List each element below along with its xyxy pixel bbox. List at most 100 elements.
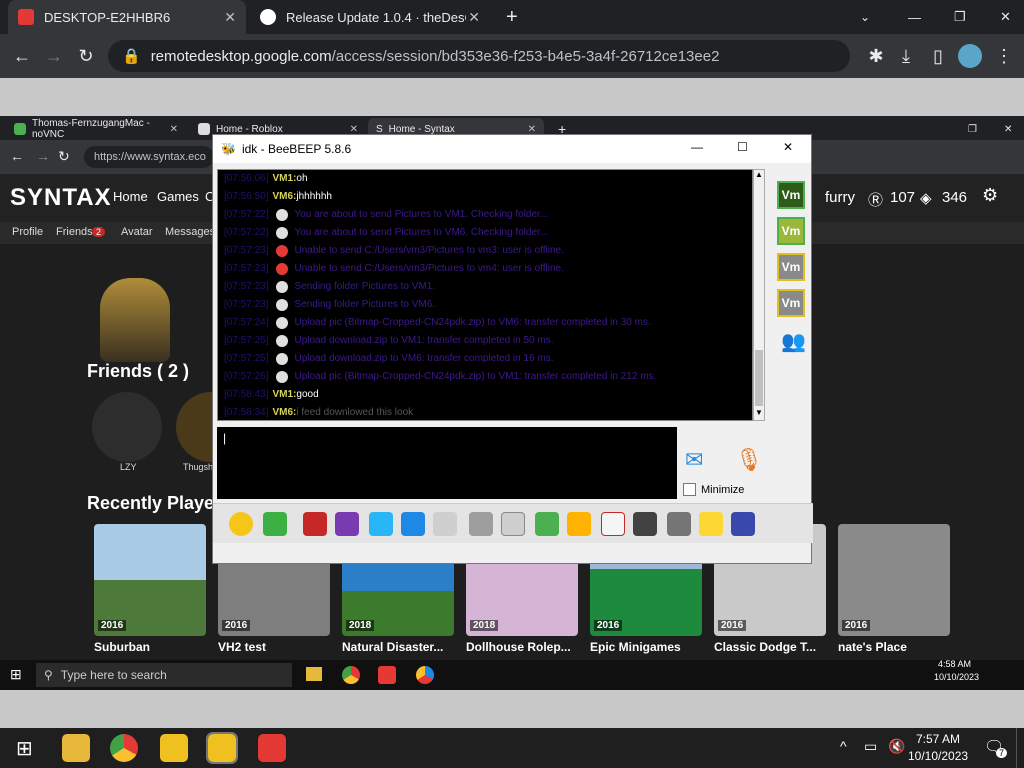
file-explorer-icon[interactable]: [306, 667, 322, 681]
game-name[interactable]: Epic Minigames: [590, 640, 702, 654]
code-icon[interactable]: [601, 512, 625, 536]
close-icon[interactable]: ✕: [224, 9, 236, 26]
site-logo[interactable]: SYNTAX: [10, 184, 112, 212]
anydesk-icon[interactable]: [258, 734, 286, 762]
restore-window-icon[interactable]: ❐: [944, 0, 976, 34]
chat-scrollbar[interactable]: ▲ ▼: [753, 169, 765, 421]
chevron-up-icon[interactable]: ^: [840, 738, 847, 754]
user-vm-button[interactable]: Vm: [777, 181, 805, 209]
spellcheck-icon[interactable]: [433, 512, 457, 536]
scroll-up-icon[interactable]: ▲: [755, 170, 763, 179]
forward-icon[interactable]: →: [36, 148, 50, 164]
volume-icon[interactable]: 🔇: [888, 738, 905, 755]
network-icon[interactable]: ▭: [864, 738, 877, 755]
back-icon[interactable]: ←: [6, 46, 38, 67]
clock-time[interactable]: 7:57 AM: [916, 732, 960, 746]
new-tab-button[interactable]: +: [496, 0, 526, 34]
friend-name[interactable]: LZY: [120, 462, 137, 472]
clock-time[interactable]: 4:58 AM: [938, 659, 971, 669]
gear-icon[interactable]: ⚙: [982, 185, 998, 206]
sidebar-icon[interactable]: ▯: [922, 46, 954, 67]
user-vm-button[interactable]: Vm: [777, 289, 805, 317]
scroll-thumb[interactable]: [755, 350, 763, 406]
microphone-icon[interactable]: 🎙: [735, 447, 763, 473]
forward-icon[interactable]: →: [38, 46, 70, 67]
tab-desktop[interactable]: DESKTOP-E2HHBR6 ✕: [8, 0, 246, 34]
subnav-friends[interactable]: Friends: [56, 226, 93, 238]
chat-history[interactable]: [07:56:06] VM1: oh [07:56:50] VM6: jhhhhhh[…: [217, 169, 753, 421]
game-name[interactable]: VH2 test: [218, 640, 330, 654]
close-window-icon[interactable]: ✕: [990, 0, 1021, 34]
emoticon-icon[interactable]: [229, 512, 253, 536]
game-card[interactable]: 2016 Suburban: [94, 524, 206, 654]
settings-icon[interactable]: [401, 512, 425, 536]
chrome-icon[interactable]: [342, 666, 360, 684]
close-icon[interactable]: ✕: [170, 124, 178, 135]
game-name[interactable]: nate's Place: [838, 640, 950, 654]
extensions-icon[interactable]: ✱: [860, 46, 892, 67]
window-titlebar[interactable]: 🐝 idk - BeeBEEP 5.8.6 — ☐ ✕: [213, 135, 811, 163]
tab-search-icon[interactable]: ⌄: [850, 0, 880, 34]
windows-start-icon[interactable]: ⊞: [10, 666, 22, 683]
address-bar[interactable]: 🔒 remotedesktop.google.com /access/sessi…: [108, 40, 850, 72]
reload-icon[interactable]: ↻: [70, 46, 102, 67]
game-name[interactable]: Dollhouse Rolep...: [466, 640, 578, 654]
user-avatar[interactable]: [100, 278, 170, 362]
clock-date[interactable]: 10/10/2023: [908, 749, 968, 763]
close-icon[interactable]: ✕: [528, 124, 536, 135]
minimize-window-icon[interactable]: —: [691, 140, 703, 154]
close-icon[interactable]: ✕: [350, 124, 358, 135]
minimize-window-icon[interactable]: —: [898, 0, 931, 34]
back-icon[interactable]: ←: [10, 148, 24, 164]
maximize-window-icon[interactable]: ☐: [737, 140, 748, 154]
user-vm-button[interactable]: Vm: [777, 217, 805, 245]
message-input[interactable]: |: [217, 427, 677, 499]
edit-icon[interactable]: [699, 512, 723, 536]
save-chat-icon[interactable]: [667, 512, 691, 536]
chrome-icon[interactable]: [110, 734, 138, 762]
address-bar[interactable]: https://www.syntax.eco: [84, 146, 214, 168]
subnav-profile[interactable]: Profile: [12, 226, 43, 238]
close-window-icon[interactable]: ✕: [996, 118, 1020, 140]
clock-date[interactable]: 10/10/2023: [934, 672, 979, 682]
send-message-icon[interactable]: ✉: [685, 447, 703, 473]
search-input[interactable]: ⚲ Type here to search: [36, 663, 292, 687]
file-explorer-icon[interactable]: [62, 734, 90, 762]
nav-games[interactable]: Games: [157, 189, 199, 204]
filter-icon[interactable]: [369, 512, 393, 536]
tix-count[interactable]: 346: [942, 189, 967, 206]
show-desktop-button[interactable]: [1016, 728, 1020, 768]
menu-icon[interactable]: ⋮: [988, 46, 1020, 67]
buzz-icon[interactable]: [501, 512, 525, 536]
tab-release-update[interactable]: Release Update 1.0.4 · theDesCor ✕: [250, 0, 490, 34]
game-name[interactable]: Natural Disaster...: [342, 640, 454, 654]
chrome-alt-icon[interactable]: [416, 666, 434, 684]
font-icon[interactable]: [303, 512, 327, 536]
subnav-avatar[interactable]: Avatar: [121, 226, 153, 238]
close-icon[interactable]: ✕: [468, 9, 480, 26]
anydesk-icon[interactable]: [378, 666, 396, 684]
message-sender[interactable]: VM6:: [272, 188, 296, 206]
scroll-down-icon[interactable]: ▼: [755, 408, 763, 417]
username[interactable]: furry: [825, 189, 855, 206]
beebeep-icon[interactable]: [160, 734, 188, 762]
completer-icon[interactable]: [469, 512, 493, 536]
download-icon[interactable]: ⤓: [890, 46, 922, 67]
message-sender[interactable]: VM1:: [272, 170, 296, 188]
nav-home[interactable]: Home: [113, 189, 148, 204]
send-folder-icon[interactable]: [567, 512, 591, 536]
game-card[interactable]: 2016 nate's Place: [838, 524, 950, 654]
close-window-icon[interactable]: ✕: [783, 140, 793, 154]
tab-novnc[interactable]: Thomas-FernzugangMac - noVNC ✕: [6, 118, 186, 140]
emoji-picker-icon[interactable]: [263, 512, 287, 536]
screenshot-icon[interactable]: [633, 512, 657, 536]
print-icon[interactable]: [731, 512, 755, 536]
user-vm-button[interactable]: Vm: [777, 253, 805, 281]
reload-icon[interactable]: ↻: [58, 148, 70, 165]
friend-avatar[interactable]: [92, 392, 162, 462]
game-name[interactable]: Classic Dodge T...: [714, 640, 826, 654]
beebeep-active-icon[interactable]: [206, 732, 238, 764]
minimize-checkbox[interactable]: [683, 483, 696, 496]
friend-name[interactable]: Thugsh: [183, 462, 213, 472]
send-file-icon[interactable]: [535, 512, 559, 536]
